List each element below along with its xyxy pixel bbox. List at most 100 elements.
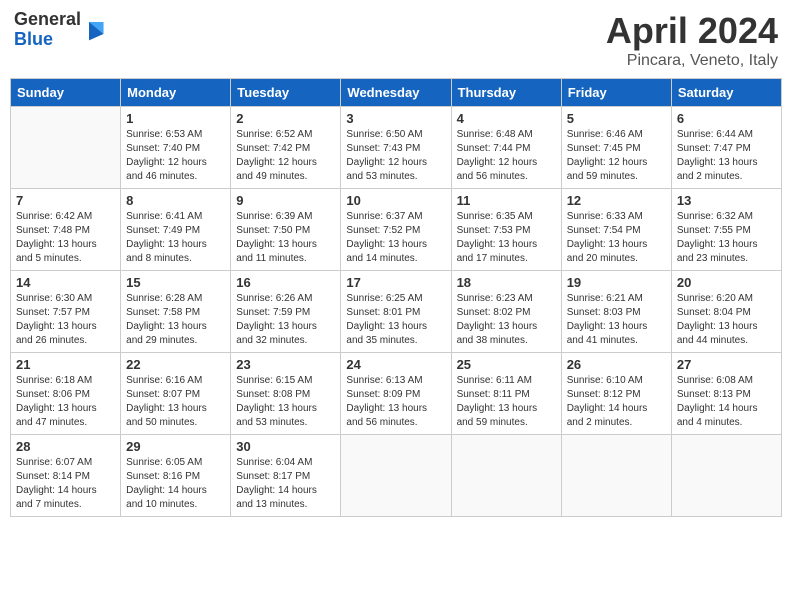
day-number: 3 <box>346 111 445 126</box>
day-number: 24 <box>346 357 445 372</box>
calendar-cell: 29 Sunrise: 6:05 AM Sunset: 8:16 PM Dayli… <box>121 435 231 517</box>
day-number: 17 <box>346 275 445 290</box>
day-number: 2 <box>236 111 335 126</box>
day-number: 13 <box>677 193 776 208</box>
calendar-week-2: 7 Sunrise: 6:42 AM Sunset: 7:48 PM Daylig… <box>11 189 782 271</box>
day-number: 27 <box>677 357 776 372</box>
day-number: 21 <box>16 357 115 372</box>
calendar-cell: 18 Sunrise: 6:23 AM Sunset: 8:02 PM Dayli… <box>451 271 561 353</box>
calendar-cell: 8 Sunrise: 6:41 AM Sunset: 7:49 PM Daylig… <box>121 189 231 271</box>
weekday-header-row: SundayMondayTuesdayWednesdayThursdayFrid… <box>11 79 782 107</box>
day-info: Sunrise: 6:44 AM Sunset: 7:47 PM Dayligh… <box>677 128 776 184</box>
calendar-cell: 26 Sunrise: 6:10 AM Sunset: 8:12 PM Dayli… <box>561 353 671 435</box>
calendar-cell: 11 Sunrise: 6:35 AM Sunset: 7:53 PM Dayli… <box>451 189 561 271</box>
day-info: Sunrise: 6:07 AM Sunset: 8:14 PM Dayligh… <box>16 456 115 512</box>
day-number: 7 <box>16 193 115 208</box>
day-info: Sunrise: 6:18 AM Sunset: 8:06 PM Dayligh… <box>16 374 115 430</box>
day-info: Sunrise: 6:30 AM Sunset: 7:57 PM Dayligh… <box>16 292 115 348</box>
day-number: 20 <box>677 275 776 290</box>
day-info: Sunrise: 6:25 AM Sunset: 8:01 PM Dayligh… <box>346 292 445 348</box>
day-number: 14 <box>16 275 115 290</box>
day-number: 12 <box>567 193 666 208</box>
day-number: 19 <box>567 275 666 290</box>
day-number: 26 <box>567 357 666 372</box>
day-info: Sunrise: 6:32 AM Sunset: 7:55 PM Dayligh… <box>677 210 776 266</box>
day-info: Sunrise: 6:13 AM Sunset: 8:09 PM Dayligh… <box>346 374 445 430</box>
weekday-header-monday: Monday <box>121 79 231 107</box>
logo-general-text: General <box>14 9 81 29</box>
weekday-header-thursday: Thursday <box>451 79 561 107</box>
calendar-cell: 27 Sunrise: 6:08 AM Sunset: 8:13 PM Dayli… <box>671 353 781 435</box>
location: Pincara, Veneto, Italy <box>606 52 778 70</box>
day-info: Sunrise: 6:28 AM Sunset: 7:58 PM Dayligh… <box>126 292 225 348</box>
calendar-cell: 7 Sunrise: 6:42 AM Sunset: 7:48 PM Daylig… <box>11 189 121 271</box>
day-info: Sunrise: 6:11 AM Sunset: 8:11 PM Dayligh… <box>457 374 556 430</box>
calendar-cell: 22 Sunrise: 6:16 AM Sunset: 8:07 PM Dayli… <box>121 353 231 435</box>
day-number: 28 <box>16 439 115 454</box>
calendar-cell <box>451 435 561 517</box>
calendar-cell: 25 Sunrise: 6:11 AM Sunset: 8:11 PM Dayli… <box>451 353 561 435</box>
day-info: Sunrise: 6:35 AM Sunset: 7:53 PM Dayligh… <box>457 210 556 266</box>
calendar-table: SundayMondayTuesdayWednesdayThursdayFrid… <box>10 78 782 517</box>
day-info: Sunrise: 6:53 AM Sunset: 7:40 PM Dayligh… <box>126 128 225 184</box>
day-info: Sunrise: 6:39 AM Sunset: 7:50 PM Dayligh… <box>236 210 335 266</box>
calendar-cell: 4Sunrise: 6:48 AM Sunset: 7:44 PM Daylig… <box>451 107 561 189</box>
calendar-cell: 30Sunrise: 6:04 AM Sunset: 8:17 PM Dayli… <box>231 435 341 517</box>
day-info: Sunrise: 6:16 AM Sunset: 8:07 PM Dayligh… <box>126 374 225 430</box>
calendar-cell: 24 Sunrise: 6:13 AM Sunset: 8:09 PM Dayli… <box>341 353 451 435</box>
day-number: 29 <box>126 439 225 454</box>
calendar-cell: 3 Sunrise: 6:50 AM Sunset: 7:43 PM Daylig… <box>341 107 451 189</box>
page-header: General Blue April 2024 Pincara, Veneto,… <box>10 10 782 70</box>
day-number: 10 <box>346 193 445 208</box>
day-info: Sunrise: 6:21 AM Sunset: 8:03 PM Dayligh… <box>567 292 666 348</box>
day-number: 8 <box>126 193 225 208</box>
day-info: Sunrise: 6:50 AM Sunset: 7:43 PM Dayligh… <box>346 128 445 184</box>
calendar-cell: 5Sunrise: 6:46 AM Sunset: 7:45 PM Daylig… <box>561 107 671 189</box>
day-info: Sunrise: 6:08 AM Sunset: 8:13 PM Dayligh… <box>677 374 776 430</box>
calendar-week-3: 14 Sunrise: 6:30 AM Sunset: 7:57 PM Dayli… <box>11 271 782 353</box>
day-number: 11 <box>457 193 556 208</box>
calendar-cell: 12 Sunrise: 6:33 AM Sunset: 7:54 PM Dayli… <box>561 189 671 271</box>
calendar-cell: 16 Sunrise: 6:26 AM Sunset: 7:59 PM Dayli… <box>231 271 341 353</box>
day-info: Sunrise: 6:42 AM Sunset: 7:48 PM Dayligh… <box>16 210 115 266</box>
day-number: 23 <box>236 357 335 372</box>
calendar-cell: 13 Sunrise: 6:32 AM Sunset: 7:55 PM Dayli… <box>671 189 781 271</box>
day-info: Sunrise: 6:26 AM Sunset: 7:59 PM Dayligh… <box>236 292 335 348</box>
day-info: Sunrise: 6:10 AM Sunset: 8:12 PM Dayligh… <box>567 374 666 430</box>
weekday-header-wednesday: Wednesday <box>341 79 451 107</box>
calendar-cell <box>11 107 121 189</box>
day-info: Sunrise: 6:33 AM Sunset: 7:54 PM Dayligh… <box>567 210 666 266</box>
calendar-cell: 10Sunrise: 6:37 AM Sunset: 7:52 PM Dayli… <box>341 189 451 271</box>
calendar-cell <box>671 435 781 517</box>
calendar-cell: 9 Sunrise: 6:39 AM Sunset: 7:50 PM Daylig… <box>231 189 341 271</box>
calendar-cell: 2 Sunrise: 6:52 AM Sunset: 7:42 PM Daylig… <box>231 107 341 189</box>
calendar-cell: 6Sunrise: 6:44 AM Sunset: 7:47 PM Daylig… <box>671 107 781 189</box>
day-info: Sunrise: 6:20 AM Sunset: 8:04 PM Dayligh… <box>677 292 776 348</box>
day-number: 9 <box>236 193 335 208</box>
day-number: 18 <box>457 275 556 290</box>
calendar-cell: 20 Sunrise: 6:20 AM Sunset: 8:04 PM Dayli… <box>671 271 781 353</box>
calendar-week-5: 28 Sunrise: 6:07 AM Sunset: 8:14 PM Dayli… <box>11 435 782 517</box>
day-info: Sunrise: 6:52 AM Sunset: 7:42 PM Dayligh… <box>236 128 335 184</box>
weekday-header-sunday: Sunday <box>11 79 121 107</box>
title-block: April 2024 Pincara, Veneto, Italy <box>606 10 778 70</box>
weekday-header-saturday: Saturday <box>671 79 781 107</box>
weekday-header-friday: Friday <box>561 79 671 107</box>
day-info: Sunrise: 6:15 AM Sunset: 8:08 PM Dayligh… <box>236 374 335 430</box>
day-info: Sunrise: 6:23 AM Sunset: 8:02 PM Dayligh… <box>457 292 556 348</box>
day-number: 25 <box>457 357 556 372</box>
day-info: Sunrise: 6:41 AM Sunset: 7:49 PM Dayligh… <box>126 210 225 266</box>
logo-blue-text: Blue <box>14 29 53 49</box>
day-number: 15 <box>126 275 225 290</box>
day-info: Sunrise: 6:05 AM Sunset: 8:16 PM Dayligh… <box>126 456 225 512</box>
calendar-week-4: 21 Sunrise: 6:18 AM Sunset: 8:06 PM Dayli… <box>11 353 782 435</box>
calendar-cell: 21 Sunrise: 6:18 AM Sunset: 8:06 PM Dayli… <box>11 353 121 435</box>
calendar-cell: 17 Sunrise: 6:25 AM Sunset: 8:01 PM Dayli… <box>341 271 451 353</box>
logo: General Blue <box>14 10 105 50</box>
day-info: Sunrise: 6:48 AM Sunset: 7:44 PM Dayligh… <box>457 128 556 184</box>
calendar-cell <box>341 435 451 517</box>
calendar-cell <box>561 435 671 517</box>
day-number: 5 <box>567 111 666 126</box>
day-number: 22 <box>126 357 225 372</box>
day-number: 16 <box>236 275 335 290</box>
